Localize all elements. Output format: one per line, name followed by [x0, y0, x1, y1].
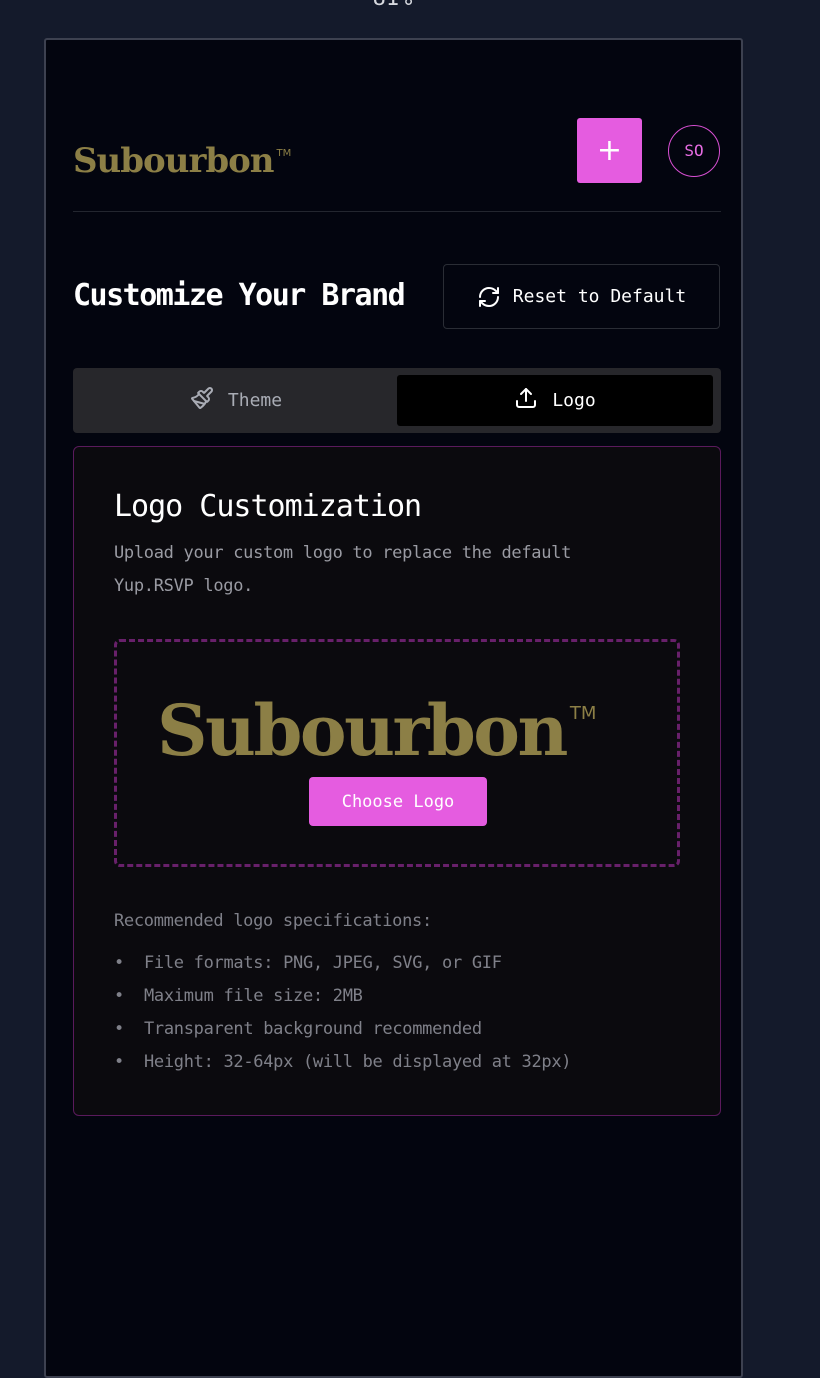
- user-avatar[interactable]: SO: [668, 125, 720, 177]
- reset-to-default-button[interactable]: Reset to Default: [443, 264, 720, 329]
- zoom-level: 81%: [0, 0, 785, 11]
- paintbrush-icon: [190, 386, 214, 415]
- list-item: • Maximum file size: 2MB: [114, 980, 571, 1013]
- brand-tabs: Theme Logo: [73, 368, 721, 433]
- list-item: • Transparent background recommended: [114, 1013, 571, 1046]
- logo-customization-card: Logo Customization Upload your custom lo…: [73, 446, 721, 1116]
- tab-logo[interactable]: Logo: [397, 375, 713, 426]
- brand-name: Subourbon: [73, 141, 275, 181]
- app-header: Subourbon TM + SO: [73, 118, 721, 212]
- bullet-icon: •: [114, 1019, 124, 1039]
- specs-heading: Recommended logo specifications:: [114, 911, 432, 931]
- spec-text: Transparent background recommended: [144, 1019, 482, 1039]
- tab-theme[interactable]: Theme: [78, 375, 394, 426]
- logo-preview: Subourbon TM: [157, 674, 596, 771]
- logo-preview-name: Subourbon: [157, 689, 568, 772]
- bullet-icon: •: [114, 986, 124, 1006]
- spec-text: Height: 32-64px (will be displayed at 32…: [144, 1052, 572, 1072]
- upload-icon: [514, 386, 538, 415]
- bullet-icon: •: [114, 953, 124, 973]
- trademark-mark: TM: [276, 148, 292, 159]
- logo-upload-dropzone[interactable]: Subourbon TM Choose Logo: [114, 639, 680, 867]
- card-title: Logo Customization: [114, 489, 422, 524]
- list-item: • Height: 32-64px (will be displayed at 3…: [114, 1046, 572, 1079]
- list-item: • File formats: PNG, JPEG, SVG, or GIF: [114, 947, 571, 980]
- page-title: Customize Your Brand: [73, 278, 406, 313]
- app-frame: Subourbon TM + SO Customize Your Brand Re…: [44, 38, 743, 1378]
- refresh-icon: [477, 285, 501, 309]
- bullet-icon: •: [114, 1052, 124, 1072]
- add-button[interactable]: +: [577, 118, 642, 183]
- reset-button-label: Reset to Default: [512, 286, 687, 307]
- specs-list: • File formats: PNG, JPEG, SVG, or GIF • M…: [114, 947, 572, 1079]
- spec-text: Maximum file size: 2MB: [144, 986, 363, 1006]
- choose-logo-button[interactable]: Choose Logo: [309, 777, 487, 826]
- tab-logo-label: Logo: [552, 390, 596, 411]
- card-description: Upload your custom logo to replace the d…: [114, 543, 572, 596]
- logo-preview-trademark: TM: [569, 703, 597, 724]
- brand-logo[interactable]: Subourbon TM: [73, 134, 291, 181]
- tab-theme-label: Theme: [227, 390, 283, 411]
- spec-text: File formats: PNG, JPEG, SVG, or GIF: [144, 953, 502, 973]
